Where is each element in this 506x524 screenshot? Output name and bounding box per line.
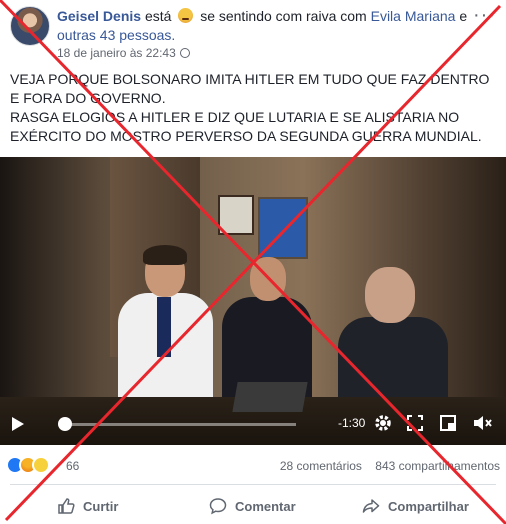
post-header-line: Geisel Denis está se sentindo com raiva … [57,7,487,45]
video-scrubber[interactable] [57,417,72,431]
post-header: Geisel Denis está se sentindo com raiva … [0,0,506,68]
more-options-button[interactable]: ··· [473,4,496,27]
comment-icon [209,498,227,515]
comment-label: Comentar [235,498,296,514]
share-label: Compartilhar [388,498,469,514]
play-icon[interactable] [12,417,24,431]
video-scene-tie [157,297,171,357]
share-button[interactable]: Compartilhar [362,488,469,524]
share-icon [362,499,380,513]
video-scene-hair [143,245,187,265]
like-label: Curtir [83,498,119,514]
divider [10,484,496,485]
post-text-line: RASGA ELOGIOS A HITLER E DIZ QUE LUTARIA… [10,109,460,125]
video-scene-flag [258,197,308,259]
post-timestamp[interactable]: 18 de janeiro às 22:43 [57,46,176,60]
video-scene-portrait [218,195,254,235]
video-player[interactable]: -1:30 [0,157,506,445]
reactions-bar: 66 28 comentários 843 compartilhamentos [6,456,500,476]
author-name[interactable]: Geisel Denis [57,8,141,24]
volume-muted-icon[interactable] [473,414,493,432]
feeling-text: se sentindo com raiva com [200,8,367,24]
like-button[interactable]: Curtir [57,488,118,524]
popout-icon[interactable] [440,415,456,431]
feeling-prefix: está [144,8,172,24]
reaction-count[interactable]: 66 [66,459,79,473]
video-progress-bar[interactable] [60,423,296,426]
shares-count[interactable]: 843 compartilhamentos [375,459,500,473]
time-remaining: -1:30 [338,416,366,430]
angry-emoji-icon [178,8,194,23]
tagged-others[interactable]: outras 43 pessoas. [57,27,175,43]
post-meta: 18 de janeiro às 22:43 [57,46,190,60]
wow-reaction-icon [32,456,50,474]
tagged-person[interactable]: Evila Mariana [371,8,456,24]
comments-count[interactable]: 28 comentários [280,459,362,473]
comment-button[interactable]: Comentar [209,488,296,524]
post-text-line: EXÉRCITO DO MOSTRO PERVERSO DA SEGUNDA G… [10,128,482,144]
globe-icon [179,48,190,58]
fullscreen-icon[interactable] [407,415,423,431]
post-text-line: E FORA DO GOVERNO. [10,90,166,106]
thumbs-up-icon [58,498,75,514]
post-actions: Curtir Comentar Compartilhar [0,488,506,524]
avatar[interactable] [10,6,50,46]
and-text: e [459,8,468,24]
video-controls: -1:30 [0,404,506,442]
video-scene-head [365,267,415,323]
post-text: VEJA PORQUE BOLSONARO IMITA HITLER EM TU… [10,70,500,146]
post-text-line: VEJA PORQUE BOLSONARO IMITA HITLER EM TU… [10,71,490,87]
video-scene-head [250,257,286,301]
engagement-stats: 28 comentários 843 compartilhamentos [280,459,500,473]
gear-icon[interactable] [373,413,393,433]
